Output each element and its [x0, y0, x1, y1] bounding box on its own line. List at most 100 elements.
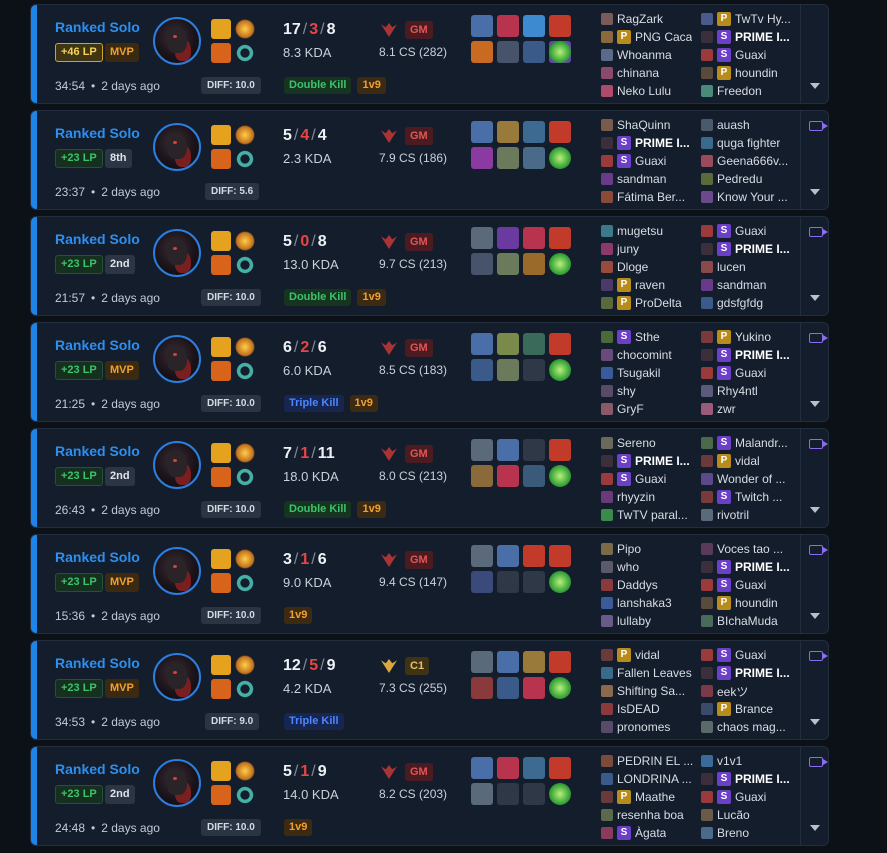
- player-row[interactable]: who: [601, 558, 697, 576]
- item-slot-icon[interactable]: [471, 465, 493, 487]
- item-slot-icon[interactable]: [471, 41, 493, 63]
- player-row[interactable]: Tsugakil: [601, 364, 697, 382]
- player-row[interactable]: Geena666v...: [701, 152, 797, 170]
- expand-column[interactable]: [800, 217, 828, 315]
- chevron-down-icon[interactable]: [810, 189, 820, 195]
- player-row[interactable]: Pvidal: [601, 646, 697, 664]
- player-row[interactable]: quga fighter: [701, 134, 797, 152]
- match-card[interactable]: Ranked Solo +23 LP 2nd 24:48 • 2 days ago DIFF…: [30, 746, 829, 846]
- item-slot-icon[interactable]: [497, 253, 519, 275]
- champion-portrait[interactable]: [153, 335, 201, 383]
- item-slot-icon[interactable]: [523, 651, 545, 673]
- player-row[interactable]: P TwTv Hy...: [701, 10, 797, 28]
- player-row[interactable]: S PRIME I...: [701, 558, 797, 576]
- player-row[interactable]: S PRIME I...: [701, 664, 797, 682]
- item-slot-icon[interactable]: [497, 147, 519, 169]
- trinket-ward-icon[interactable]: [549, 147, 571, 169]
- player-row[interactable]: S Àgata: [601, 824, 697, 842]
- expand-column[interactable]: [800, 323, 828, 421]
- item-slot-icon[interactable]: [471, 359, 493, 381]
- video-camera-icon[interactable]: [809, 121, 828, 131]
- item-slot-icon[interactable]: [471, 545, 493, 567]
- match-card[interactable]: Ranked Solo +23 LP 2nd 21:57 • 2 days ago DIFF…: [30, 216, 829, 316]
- item-slot-icon[interactable]: [497, 651, 519, 673]
- player-row[interactable]: TwTV paral...: [601, 506, 697, 524]
- item-slot-icon[interactable]: [471, 15, 493, 37]
- expand-column[interactable]: [800, 111, 828, 209]
- match-card[interactable]: Ranked Solo +46 LP MVP 34:54 • 2 days ago DIFF…: [30, 4, 829, 104]
- item-slot-icon[interactable]: [549, 651, 571, 673]
- player-row[interactable]: Breno: [701, 824, 797, 842]
- player-row[interactable]: Voces tao ...: [701, 540, 797, 558]
- player-row[interactable]: rivotril: [701, 506, 797, 524]
- player-row[interactable]: mugetsu: [601, 222, 697, 240]
- player-row[interactable]: v1v1: [701, 752, 797, 770]
- match-card[interactable]: Ranked Solo +23 LP MVP 21:25 • 2 days ago DIFF…: [30, 322, 829, 422]
- player-row[interactable]: S PRIME I...: [701, 770, 797, 788]
- player-row[interactable]: S Guaxi: [701, 788, 797, 806]
- trinket-ward-icon[interactable]: [549, 41, 571, 63]
- champion-portrait[interactable]: [153, 759, 201, 807]
- player-row[interactable]: Know Your ...: [701, 188, 797, 206]
- empty-item-slot[interactable]: [497, 783, 519, 805]
- player-row[interactable]: S Guaxi: [701, 576, 797, 594]
- match-card[interactable]: Ranked Solo +23 LP MVP 15:36 • 2 days ago DIFF…: [30, 534, 829, 634]
- expand-column[interactable]: [800, 535, 828, 633]
- player-row[interactable]: S Malandr...: [701, 434, 797, 452]
- player-row[interactable]: Phoundin: [701, 594, 797, 612]
- item-slot-icon[interactable]: [471, 783, 493, 805]
- player-row[interactable]: Dloge: [601, 258, 697, 276]
- expand-column[interactable]: [800, 429, 828, 527]
- player-row[interactable]: Pedredu: [701, 170, 797, 188]
- trinket-ward-icon[interactable]: [549, 571, 571, 593]
- chevron-down-icon[interactable]: [810, 613, 820, 619]
- player-row[interactable]: S Guaxi: [701, 646, 797, 664]
- player-row[interactable]: gdsfgfdg: [701, 294, 797, 312]
- player-row[interactable]: Lucão: [701, 806, 797, 824]
- chevron-down-icon[interactable]: [810, 719, 820, 725]
- match-card[interactable]: Ranked Solo +23 LP 2nd 26:43 • 2 days ago DIFF…: [30, 428, 829, 528]
- champion-portrait[interactable]: [153, 653, 201, 701]
- item-slot-icon[interactable]: [523, 147, 545, 169]
- player-row[interactable]: GryF: [601, 400, 697, 418]
- video-camera-icon[interactable]: [809, 545, 828, 555]
- player-row[interactable]: S Sthe: [601, 328, 697, 346]
- chevron-down-icon[interactable]: [810, 507, 820, 513]
- item-slot-icon[interactable]: [523, 757, 545, 779]
- player-row[interactable]: ShaQuinn: [601, 116, 697, 134]
- player-row[interactable]: Wonder of ...: [701, 470, 797, 488]
- player-row[interactable]: P PNG Caca: [601, 28, 697, 46]
- item-slot-icon[interactable]: [471, 253, 493, 275]
- player-row[interactable]: S PRIME I...: [601, 452, 697, 470]
- player-row[interactable]: S PRIME I...: [701, 28, 797, 46]
- chevron-down-icon[interactable]: [810, 401, 820, 407]
- player-row[interactable]: resenha boa: [601, 806, 697, 824]
- empty-item-slot[interactable]: [523, 571, 545, 593]
- expand-column[interactable]: [800, 747, 828, 845]
- item-slot-icon[interactable]: [471, 227, 493, 249]
- player-row[interactable]: rhyyzin: [601, 488, 697, 506]
- player-row[interactable]: P Maathe: [601, 788, 697, 806]
- item-slot-icon[interactable]: [549, 439, 571, 461]
- item-slot-icon[interactable]: [523, 15, 545, 37]
- champion-portrait[interactable]: [153, 229, 201, 277]
- player-row[interactable]: S Guaxi: [601, 152, 697, 170]
- trinket-ward-icon[interactable]: [549, 783, 571, 805]
- item-slot-icon[interactable]: [497, 41, 519, 63]
- item-slot-icon[interactable]: [549, 15, 571, 37]
- player-row[interactable]: Phoundin: [701, 64, 797, 82]
- item-slot-icon[interactable]: [497, 439, 519, 461]
- player-row[interactable]: auash: [701, 116, 797, 134]
- empty-item-slot[interactable]: [523, 439, 545, 461]
- player-row[interactable]: sandman: [601, 170, 697, 188]
- champion-portrait[interactable]: [153, 17, 201, 65]
- match-card[interactable]: Ranked Solo +23 LP MVP 34:53 • 2 days ago DIFF…: [30, 640, 829, 740]
- video-camera-icon[interactable]: [809, 333, 828, 343]
- item-slot-icon[interactable]: [549, 333, 571, 355]
- player-row[interactable]: S Twitch ...: [701, 488, 797, 506]
- player-row[interactable]: Fátima Ber...: [601, 188, 697, 206]
- player-row[interactable]: Shifting Sa...: [601, 682, 697, 700]
- item-slot-icon[interactable]: [471, 121, 493, 143]
- trinket-ward-icon[interactable]: [549, 465, 571, 487]
- player-row[interactable]: chocomint: [601, 346, 697, 364]
